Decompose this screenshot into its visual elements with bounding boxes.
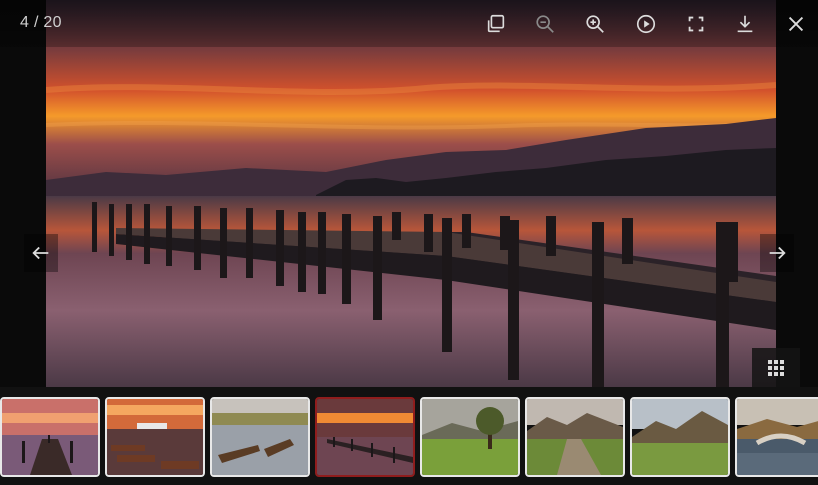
thumbnail-4[interactable] bbox=[315, 397, 415, 477]
play-slideshow-icon bbox=[636, 14, 656, 34]
thumbnail-8[interactable] bbox=[735, 397, 818, 477]
thumbnail-7[interactable] bbox=[630, 397, 730, 477]
thumbnail-1[interactable] bbox=[0, 397, 100, 477]
image-counter: 4 / 20 bbox=[20, 14, 62, 31]
thumbnail-5[interactable] bbox=[420, 397, 520, 477]
previous-image-button[interactable] bbox=[24, 234, 58, 272]
fullscreen-button[interactable] bbox=[681, 9, 711, 39]
zoom-in-icon bbox=[586, 15, 604, 33]
grid-icon bbox=[768, 359, 784, 376]
arrow-right-icon bbox=[769, 246, 786, 260]
thumbnail-6[interactable] bbox=[525, 397, 625, 477]
viewer-toolbar: 4 / 20 bbox=[0, 0, 818, 47]
download-button[interactable] bbox=[730, 9, 760, 39]
actual-size-button[interactable] bbox=[481, 9, 511, 39]
zoom-out-icon bbox=[536, 15, 554, 33]
close-button[interactable] bbox=[781, 9, 811, 39]
next-image-button[interactable] bbox=[760, 234, 794, 272]
thumbnail-toggle-button[interactable] bbox=[752, 348, 800, 387]
thumbnail-3[interactable] bbox=[210, 397, 310, 477]
main-photo bbox=[46, 0, 776, 387]
play-slideshow-button[interactable] bbox=[631, 9, 661, 39]
zoom-out-button[interactable] bbox=[530, 9, 560, 39]
gallery-actual-size-icon bbox=[487, 14, 505, 33]
image-stage: 4 / 20 bbox=[0, 0, 818, 387]
thumbnail-2[interactable] bbox=[105, 397, 205, 477]
download-icon bbox=[737, 15, 753, 33]
zoom-in-button[interactable] bbox=[580, 9, 610, 39]
arrow-left-icon bbox=[32, 246, 49, 260]
fullscreen-icon bbox=[688, 16, 704, 32]
thumbnail-strip bbox=[0, 387, 818, 485]
close-icon bbox=[788, 16, 804, 32]
